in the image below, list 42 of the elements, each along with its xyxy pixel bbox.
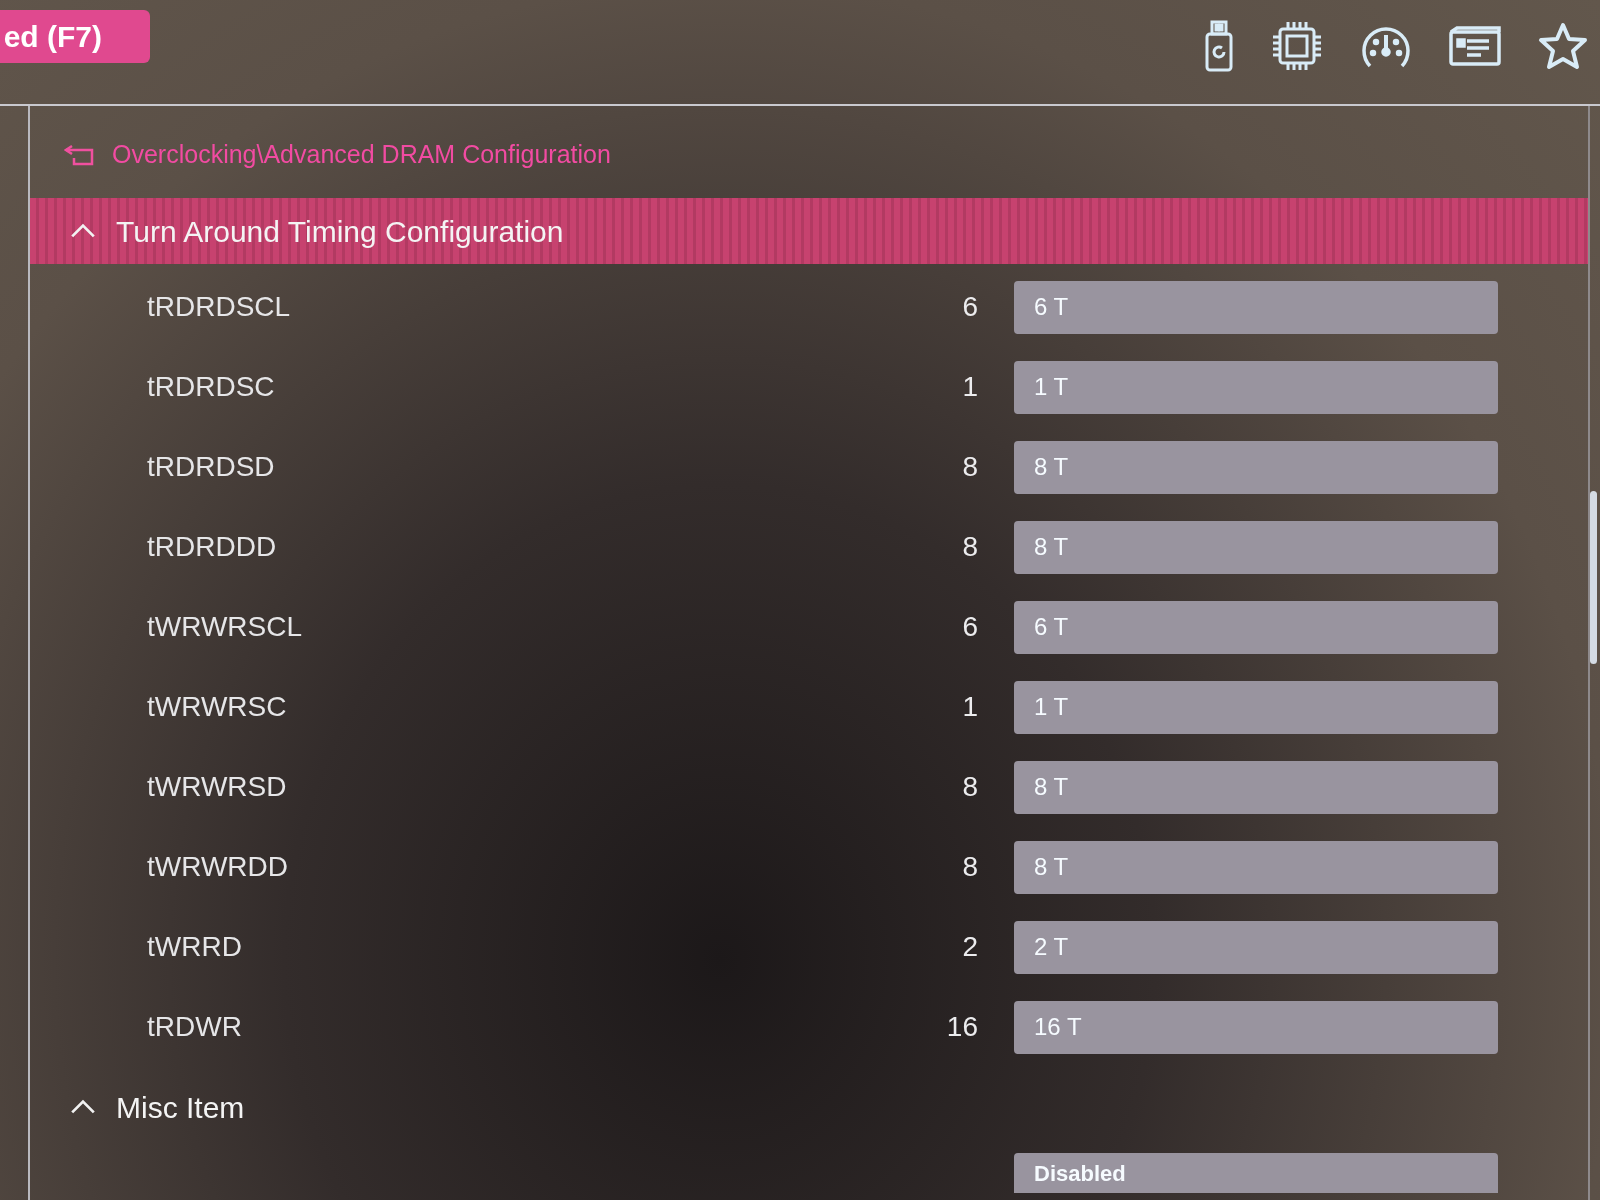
setting-label: tRDRDSD xyxy=(147,450,275,484)
current-value: 1 xyxy=(962,690,978,724)
current-value: 6 xyxy=(962,610,978,644)
current-value: 8 xyxy=(962,530,978,564)
card-lines-icon[interactable] xyxy=(1449,26,1501,66)
setting-label: tRDRDSCL xyxy=(147,290,291,324)
chip-icon[interactable] xyxy=(1271,20,1323,72)
section-title: Turn Around Timing Configuration xyxy=(116,213,564,250)
current-value: 6 xyxy=(962,290,978,324)
setting-label: tWRRD xyxy=(147,930,242,964)
value-field[interactable]: 6 T xyxy=(1014,600,1498,654)
section-header[interactable]: Turn Around Timing Configuration xyxy=(30,198,1588,264)
star-icon[interactable] xyxy=(1538,22,1588,70)
setting-label: tWRWRSC xyxy=(147,690,287,724)
breadcrumb-path: Overclocking\Advanced DRAM Configuration xyxy=(112,139,611,171)
value-field[interactable]: 8 T xyxy=(1014,760,1498,814)
value-field[interactable]: 8 T xyxy=(1014,440,1498,494)
mode-button[interactable]: ed (F7) xyxy=(0,10,150,63)
setting-label: tRDWR xyxy=(147,1010,242,1044)
scrollbar-thumb[interactable] xyxy=(1590,491,1597,664)
section-title: Misc Item xyxy=(116,1089,245,1126)
section-header[interactable]: Misc Item xyxy=(30,1067,1588,1147)
setting-label: tWRWRSCL xyxy=(147,610,303,644)
current-value: 16 xyxy=(946,1010,978,1044)
usb-drive-icon[interactable] xyxy=(1204,20,1234,72)
current-value: 2 xyxy=(962,930,978,964)
value-field[interactable]: 2 T xyxy=(1014,920,1498,974)
setting-label: tRDRDDD xyxy=(147,530,277,564)
setting-label: tWRWRSD xyxy=(147,770,287,804)
current-value: 1 xyxy=(962,370,978,404)
current-value: 8 xyxy=(962,450,978,484)
value-field[interactable]: 1 T xyxy=(1014,360,1498,414)
value-field[interactable]: 6 T xyxy=(1014,280,1498,334)
value-field[interactable]: 8 T xyxy=(1014,520,1498,574)
current-value: 8 xyxy=(962,850,978,884)
value-field[interactable]: Disabled xyxy=(1014,1153,1498,1193)
value-field[interactable]: 8 T xyxy=(1014,840,1498,894)
setting-label: tRDRDSC xyxy=(147,370,275,404)
value-field[interactable]: 16 T xyxy=(1014,1000,1498,1054)
setting-label: tWRWRDD xyxy=(147,850,288,884)
value-field[interactable]: 1 T xyxy=(1014,680,1498,734)
current-value: 8 xyxy=(962,770,978,804)
